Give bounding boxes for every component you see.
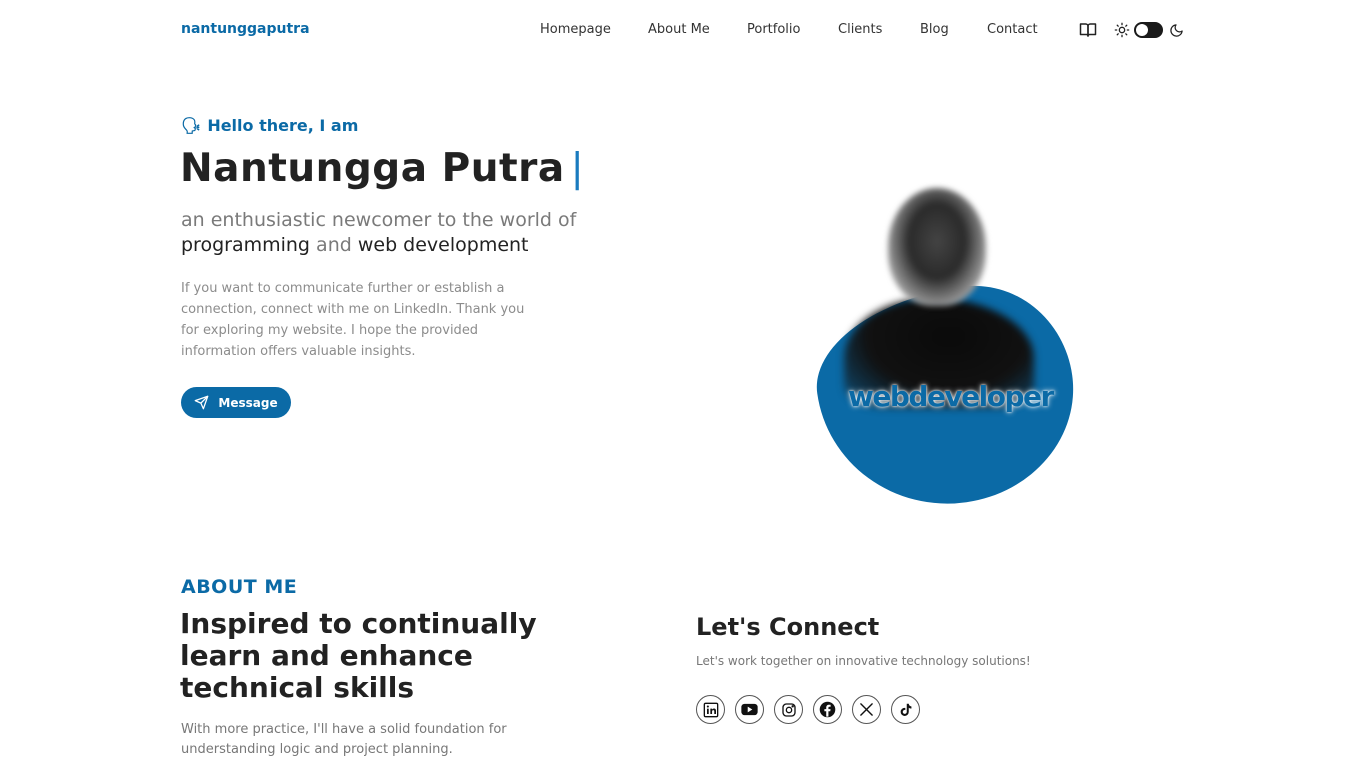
portrait-shirt-text: webdeveloper	[848, 380, 1054, 413]
nav-item-homepage[interactable]: Homepage	[540, 22, 611, 37]
nav-item-portfolio[interactable]: Portfolio	[747, 22, 800, 37]
connect-subtitle: Let's work together on innovative techno…	[696, 654, 1031, 668]
nav-item-clients[interactable]: Clients	[838, 22, 882, 37]
nav-item-blog[interactable]: Blog	[920, 22, 949, 37]
connect-title: Let's Connect	[696, 613, 880, 641]
youtube-icon[interactable]	[735, 695, 764, 724]
tiktok-icon[interactable]	[891, 695, 920, 724]
message-button-label: Message	[218, 395, 278, 410]
message-button[interactable]: Message	[181, 387, 291, 418]
tagline-and: and	[316, 234, 352, 256]
theme-toggle-knob	[1136, 24, 1148, 36]
nav-item-about-me[interactable]: About Me	[648, 22, 710, 37]
typing-cursor: |	[570, 146, 585, 191]
facebook-icon[interactable]	[813, 695, 842, 724]
tagline-word-web-development: web development	[357, 234, 529, 256]
hero-name: Nantungga Putra |	[180, 146, 584, 191]
x-icon[interactable]	[852, 695, 881, 724]
theme-toggle[interactable]	[1134, 22, 1163, 38]
top-navbar: nantunggaputra Homepage About Me Portfol…	[0, 0, 1366, 60]
about-text: With more practice, I'll have a solid fo…	[181, 722, 507, 757]
hero-name-text: Nantungga Putra	[180, 146, 565, 191]
portrait-head	[888, 188, 986, 306]
send-icon	[195, 395, 209, 410]
book-open-icon[interactable]	[1079, 21, 1097, 39]
moon-icon	[1167, 21, 1185, 39]
about-heading: Inspired to continually learn and enhanc…	[180, 607, 537, 704]
hero-greeting-text: Hello there, I am	[207, 116, 359, 135]
hero-tagline: an enthusiastic newcomer to the world of…	[181, 208, 621, 258]
hero-greeting: 🗣 Hello there, I am	[181, 116, 358, 135]
speaking-head-icon: 🗣	[181, 116, 202, 135]
tagline-prefix: an enthusiastic newcomer to the world of	[181, 209, 577, 231]
tagline-word-programming: programming	[181, 234, 310, 256]
hero-intro-text: If you want to communicate further or es…	[181, 281, 525, 359]
sun-icon	[1113, 21, 1131, 39]
instagram-icon[interactable]	[774, 695, 803, 724]
social-links	[696, 695, 920, 724]
about-label: ABOUT ME	[181, 576, 298, 598]
linkedin-icon[interactable]	[696, 695, 725, 724]
hero-portrait-image: webdeveloper	[800, 170, 1100, 521]
nav-item-contact[interactable]: Contact	[987, 22, 1038, 37]
